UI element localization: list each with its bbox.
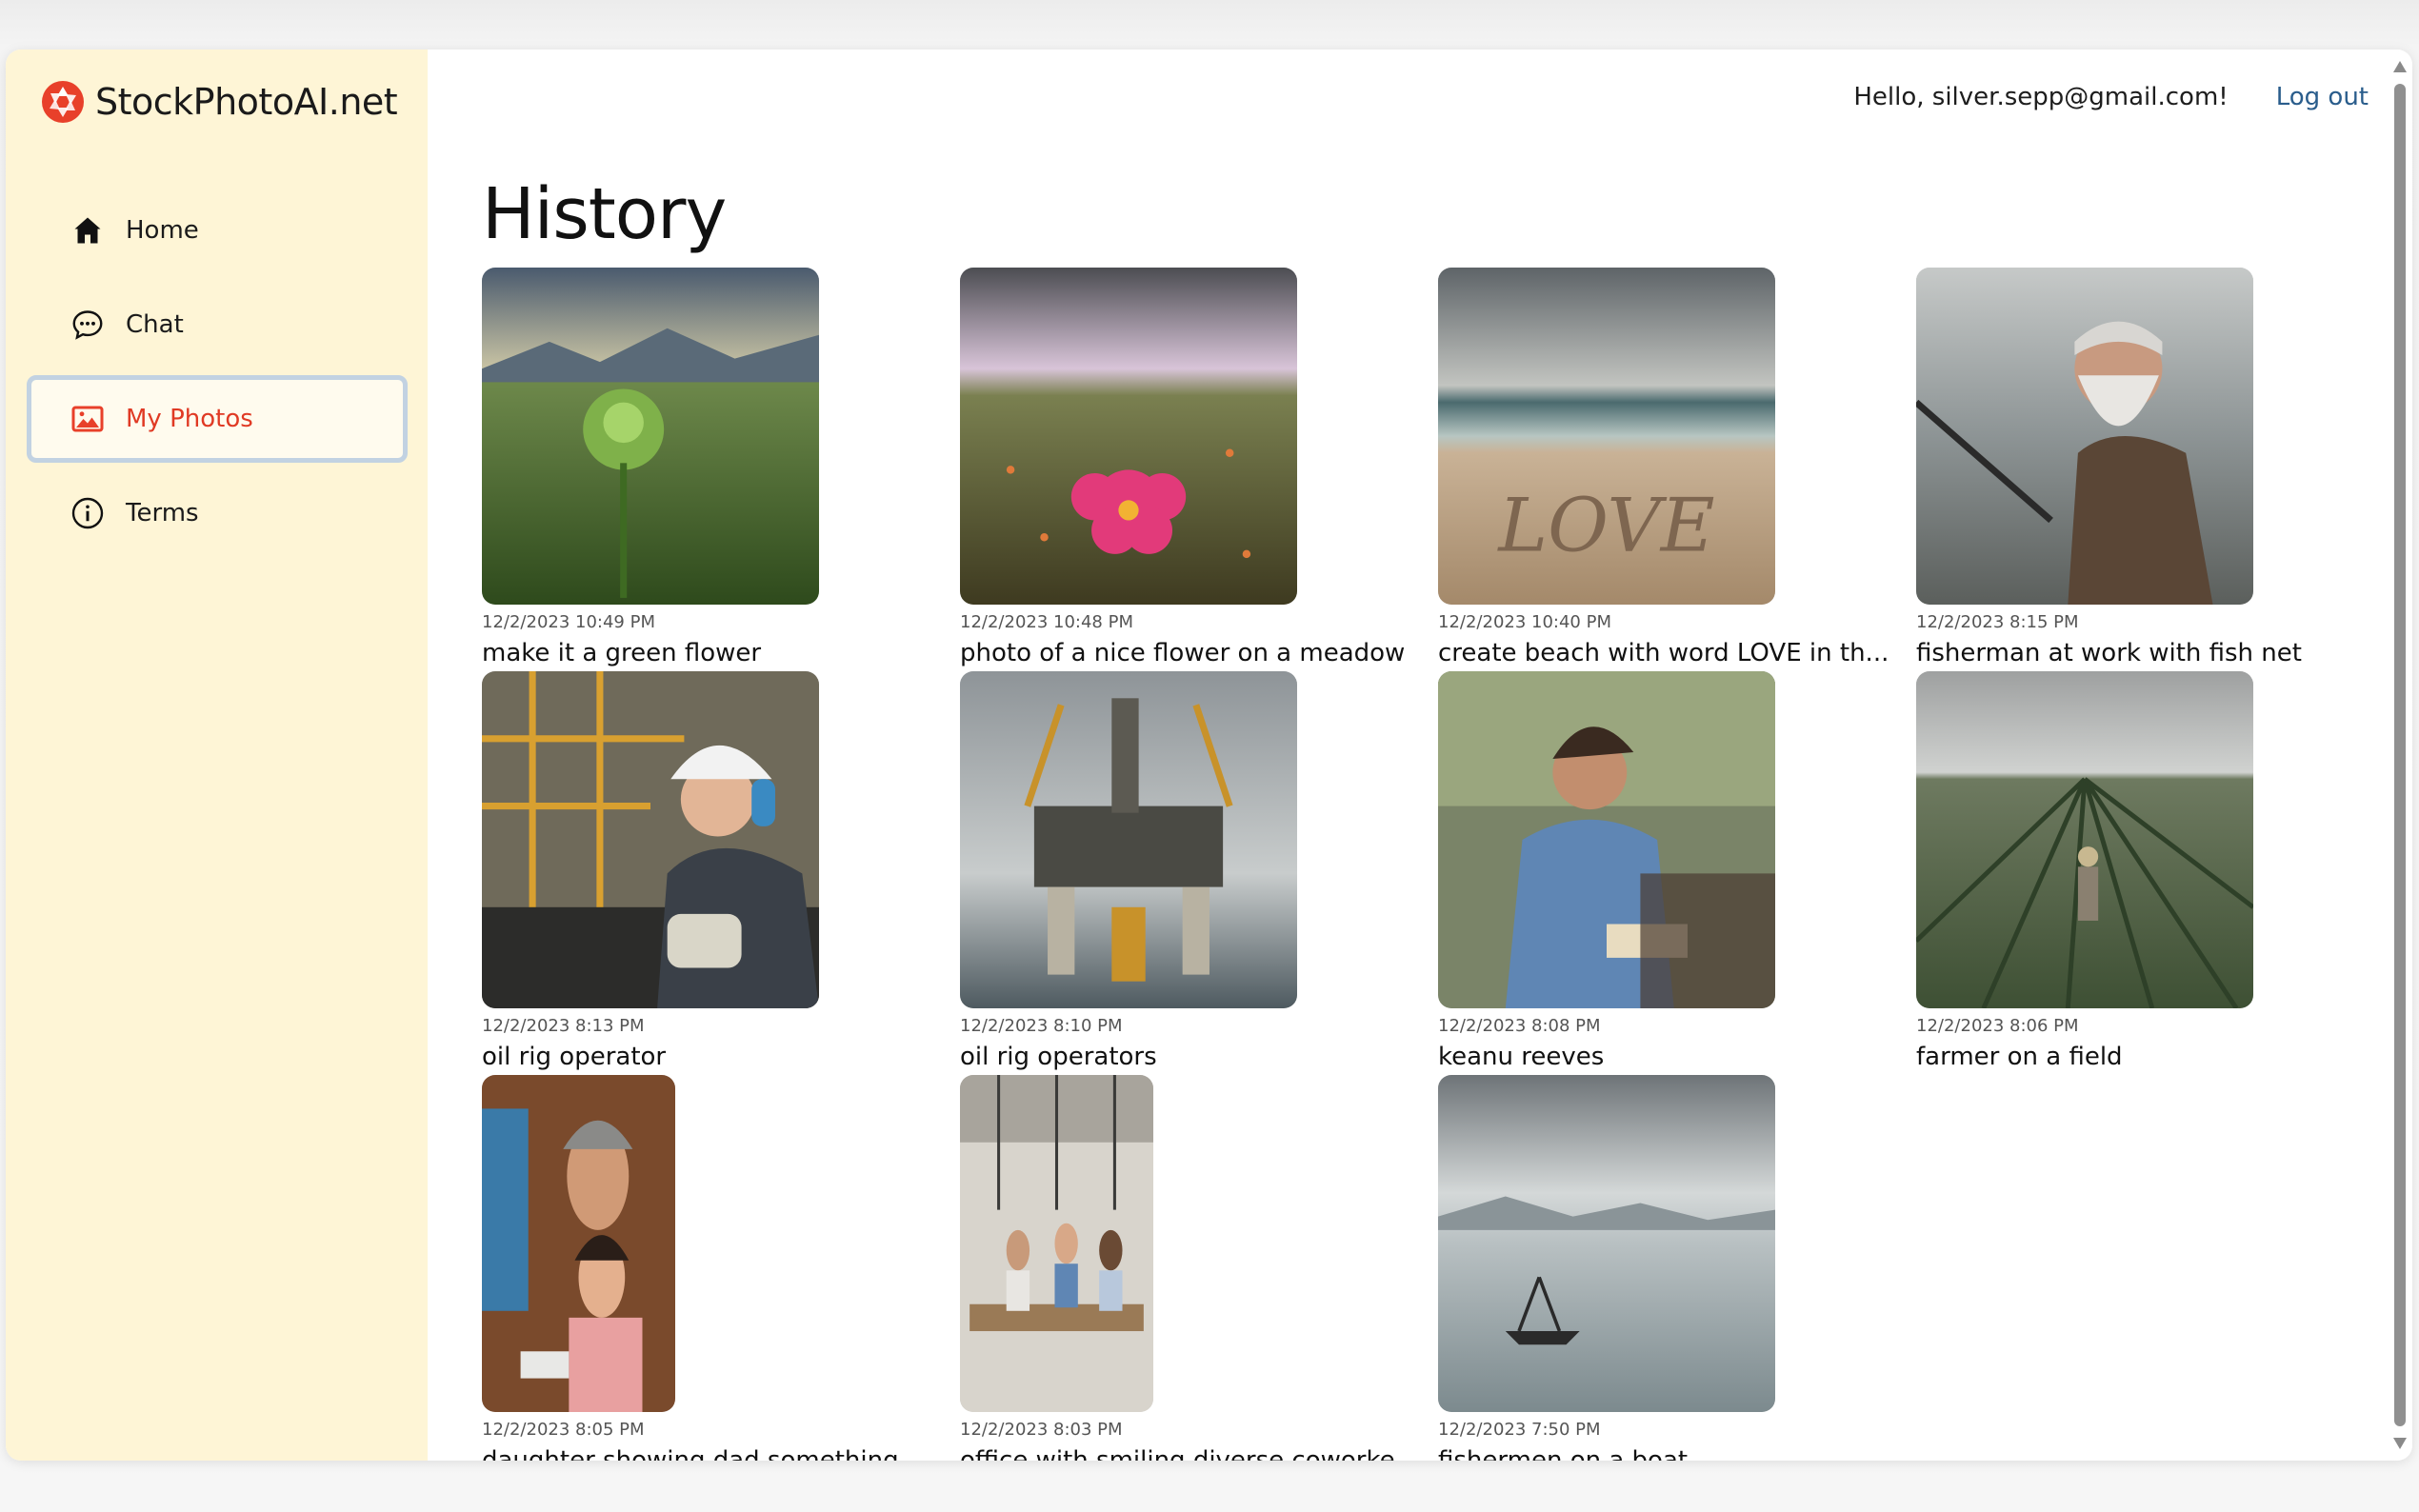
sidebar-nav: Home Chat My Photos Terms	[27, 187, 408, 564]
photo-timestamp: 12/2/2023 10:49 PM	[482, 612, 655, 632]
brand-logo[interactable]: StockPhotoAI.net	[40, 78, 398, 126]
home-icon	[74, 217, 101, 244]
photo-timestamp: 12/2/2023 8:08 PM	[1438, 1016, 1601, 1036]
photo-card[interactable]: 12/2/2023 8:15 PM fisherman at work with…	[1916, 268, 2392, 667]
photo-prompt: office with smiling diverse coworke	[960, 1446, 1395, 1461]
photo-thumbnail[interactable]	[1438, 1075, 1775, 1412]
browser-window: StockPhotoAI.net Home Chat My Photos Ter…	[6, 50, 2412, 1461]
photo-thumbnail[interactable]	[960, 268, 1297, 605]
sidebar-item-terms[interactable]: Terms	[27, 469, 408, 557]
photo-timestamp: 12/2/2023 8:15 PM	[1916, 612, 2079, 632]
photo-thumbnail[interactable]: LOVE	[1438, 268, 1775, 605]
photo-prompt: oil rig operator	[482, 1043, 667, 1071]
top-bar: Hello, silver.sepp@gmail.com! Log out	[1853, 78, 2369, 116]
sidebar-item-chat[interactable]: Chat	[27, 281, 408, 368]
photo-thumbnail[interactable]	[1438, 671, 1775, 1008]
sidebar-item-my-photos[interactable]: My Photos	[27, 375, 408, 463]
photo-timestamp: 12/2/2023 10:40 PM	[1438, 612, 1611, 632]
photo-card[interactable]: 12/2/2023 8:05 PM daughter showing dad s…	[482, 1075, 958, 1461]
photo-prompt: fisherman at work with fish net	[1916, 639, 2302, 667]
photo-prompt: farmer on a field	[1916, 1043, 2123, 1071]
photo-thumbnail[interactable]	[482, 268, 819, 605]
photo-thumbnail[interactable]	[482, 671, 819, 1008]
fishermen-boat-image	[1438, 1075, 1775, 1412]
photo-card[interactable]: 12/2/2023 8:13 PM oil rig operator	[482, 671, 958, 1071]
vertical-scrollbar[interactable]	[2388, 50, 2412, 1461]
love-beach-image: LOVE	[1438, 268, 1775, 605]
photo-card[interactable]: 12/2/2023 8:03 PM office with smiling di…	[960, 1075, 1436, 1461]
photo-thumbnail[interactable]	[482, 1075, 675, 1412]
photo-timestamp: 12/2/2023 8:13 PM	[482, 1016, 645, 1036]
scroll-down-arrow-icon[interactable]	[2393, 1438, 2407, 1449]
oil-rig-platform-image	[960, 671, 1297, 1008]
photo-card[interactable]: LOVE 12/2/2023 10:40 PM create beach wit…	[1438, 268, 1914, 667]
photo-timestamp: 12/2/2023 8:05 PM	[482, 1420, 645, 1440]
photo-prompt: fishermen on a boat	[1438, 1446, 1689, 1461]
daughter-dad-image	[482, 1075, 675, 1412]
logout-link[interactable]: Log out	[2276, 83, 2369, 111]
sidebar-item-label: Chat	[126, 310, 184, 339]
photo-thumbnail[interactable]	[960, 671, 1297, 1008]
photo-thumbnail[interactable]	[1916, 671, 2253, 1008]
aperture-logo-icon	[42, 81, 84, 123]
green-flower-image	[482, 268, 819, 605]
office-coworkers-image	[960, 1075, 1153, 1412]
photo-timestamp: 12/2/2023 8:06 PM	[1916, 1016, 2079, 1036]
photo-prompt: daughter showing dad something	[482, 1446, 899, 1461]
pink-flower-image	[960, 268, 1297, 605]
sidebar-item-label: Terms	[126, 499, 199, 527]
photo-card[interactable]: 12/2/2023 8:08 PM keanu reeves	[1438, 671, 1914, 1071]
info-icon	[71, 497, 104, 529]
sidebar-item-label: My Photos	[126, 405, 253, 433]
scroll-up-arrow-icon[interactable]	[2393, 61, 2407, 72]
oil-rig-operator-image	[482, 671, 819, 1008]
photo-card[interactable]: 12/2/2023 8:06 PM farmer on a field	[1916, 671, 2392, 1071]
scroll-thumb[interactable]	[2394, 84, 2406, 1426]
brand-name: StockPhotoAI.net	[95, 81, 398, 123]
photo-prompt: keanu reeves	[1438, 1043, 1605, 1071]
photo-prompt: oil rig operators	[960, 1043, 1157, 1071]
farmer-field-image	[1916, 671, 2253, 1008]
chat-icon	[72, 310, 103, 340]
photo-card[interactable]: 12/2/2023 10:49 PM make it a green flowe…	[482, 268, 958, 667]
user-greeting: Hello, silver.sepp@gmail.com!	[1853, 83, 2229, 111]
page-title: History	[482, 173, 727, 255]
photo-timestamp: 12/2/2023 8:10 PM	[960, 1016, 1123, 1036]
main-content: Hello, silver.sepp@gmail.com! Log out Hi…	[428, 50, 2412, 1461]
photo-thumbnail[interactable]	[1916, 268, 2253, 605]
photo-prompt: make it a green flower	[482, 639, 762, 667]
svg-text:LOVE: LOVE	[1496, 483, 1714, 568]
photo-card[interactable]: 12/2/2023 8:10 PM oil rig operators	[960, 671, 1436, 1071]
photo-card[interactable]: 12/2/2023 7:50 PM fishermen on a boat	[1438, 1075, 1914, 1461]
sidebar: StockPhotoAI.net Home Chat My Photos Ter…	[6, 50, 428, 1461]
photo-timestamp: 12/2/2023 7:50 PM	[1438, 1420, 1601, 1440]
photo-thumbnail[interactable]	[960, 1075, 1153, 1412]
photo-prompt: create beach with word LOVE in th...	[1438, 639, 1889, 667]
photo-timestamp: 12/2/2023 10:48 PM	[960, 612, 1133, 632]
photo-prompt: photo of a nice flower on a meadow	[960, 639, 1406, 667]
photo-card[interactable]: 12/2/2023 10:48 PM photo of a nice flowe…	[960, 268, 1436, 667]
photo-timestamp: 12/2/2023 8:03 PM	[960, 1420, 1123, 1440]
man-reading-bench-image	[1438, 671, 1775, 1008]
sidebar-item-label: Home	[126, 216, 199, 245]
fisherman-net-image	[1916, 268, 2253, 605]
sidebar-item-home[interactable]: Home	[27, 187, 408, 274]
image-icon	[71, 406, 104, 432]
